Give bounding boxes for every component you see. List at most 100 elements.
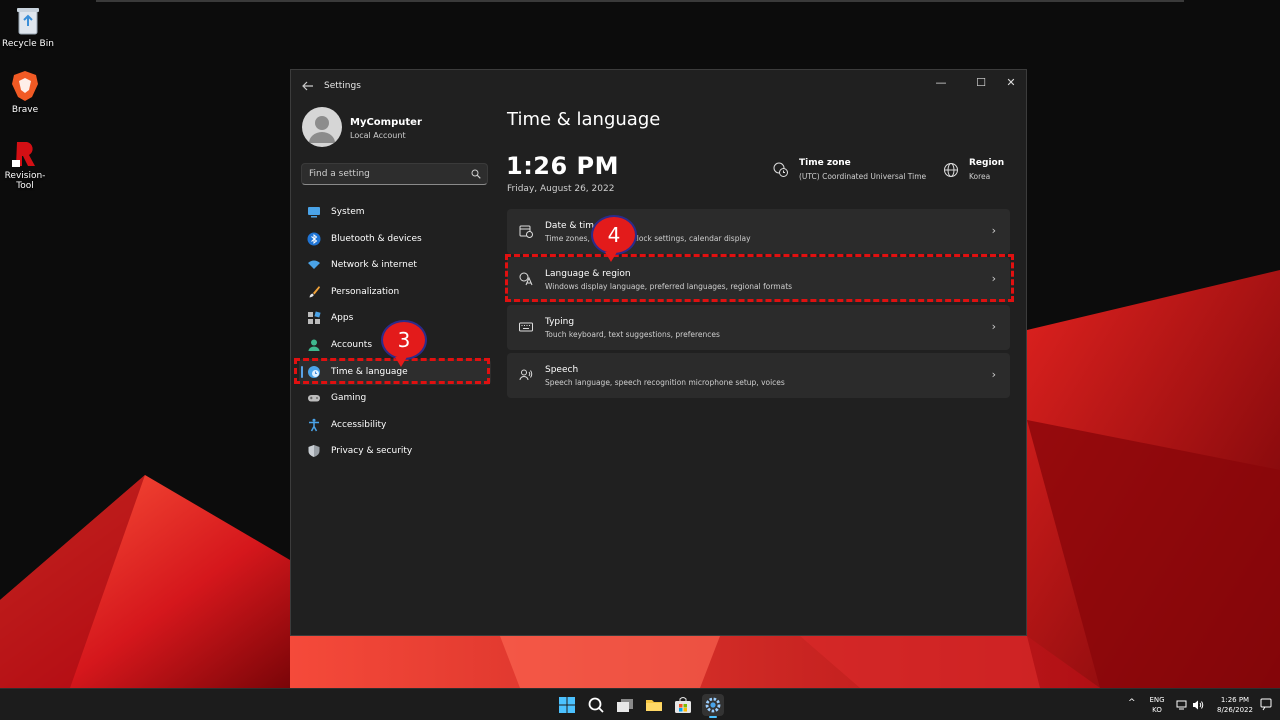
search-icon xyxy=(588,697,604,713)
region-title: Region xyxy=(969,158,1005,168)
task-view-icon xyxy=(617,699,633,712)
account-type: Local Account xyxy=(350,131,406,140)
clock-tray[interactable]: 1:26 PM 8/26/2022 xyxy=(1210,694,1260,716)
keyboard-icon xyxy=(519,322,533,332)
search-icon[interactable] xyxy=(471,169,481,179)
sidebar-item-label: Personalization xyxy=(331,286,400,297)
gear-icon xyxy=(705,697,721,713)
desktop-icon-brave[interactable]: Brave xyxy=(0,70,53,115)
sidebar-item-label: Accessibility xyxy=(331,419,387,430)
card-description: Time zones, automatic clock settings, ca… xyxy=(545,234,751,243)
sidebar-item-label: Bluetooth & devices xyxy=(331,233,422,244)
apps-icon xyxy=(308,311,321,325)
shield-icon xyxy=(308,445,320,458)
sidebar-item-accessibility[interactable]: Accessibility xyxy=(299,412,491,439)
notification-icon[interactable] xyxy=(1260,698,1272,711)
language-line2: KO xyxy=(1152,706,1162,714)
gamepad-icon xyxy=(308,395,320,402)
desktop-icon-label: Brave xyxy=(11,105,39,115)
calendar-clock-icon xyxy=(519,225,533,238)
start-button[interactable] xyxy=(556,694,578,716)
sidebar-item-label: Accounts xyxy=(331,339,373,350)
card-description: Speech language, speech recognition micr… xyxy=(545,378,785,387)
minimize-button[interactable]: — xyxy=(927,73,955,93)
clock-date: Friday, August 26, 2022 xyxy=(507,184,615,194)
desktop-icon-label: Revision-Tool xyxy=(4,171,46,191)
avatar[interactable] xyxy=(302,107,342,147)
card-typing[interactable]: Typing Touch keyboard, text suggestions,… xyxy=(507,305,1010,350)
chevron-right-icon: › xyxy=(991,224,996,237)
input-language-indicator[interactable]: ENG KO xyxy=(1145,694,1169,716)
sidebar-item-label: System xyxy=(331,207,365,217)
card-speech[interactable]: Speech Speech language, speech recogniti… xyxy=(507,353,1010,398)
sidebar-item-label: Apps xyxy=(331,313,354,324)
desktop-icon-recycle-bin[interactable]: Recycle Bin xyxy=(0,6,56,49)
sidebar-item-label: Network & internet xyxy=(331,260,417,271)
search-input[interactable] xyxy=(302,164,462,184)
user-icon xyxy=(309,116,335,143)
accessibility-icon xyxy=(309,418,319,432)
folder-icon xyxy=(646,700,662,711)
language-line1: ENG xyxy=(1149,696,1165,704)
taskbar: ^ ENG KO 1:26 PM 8/26/2022 xyxy=(0,688,1280,720)
timezone-icon xyxy=(773,162,788,177)
tray-time: 1:26 PM xyxy=(1220,696,1250,704)
brush-icon xyxy=(309,285,320,298)
sidebar-item-label: Privacy & security xyxy=(331,446,413,457)
brave-icon xyxy=(12,71,38,101)
desktop-icon-revision-tool[interactable]: Revision-Tool xyxy=(0,140,53,191)
card-description: Touch keyboard, text suggestions, prefer… xyxy=(545,330,720,339)
chevron-right-icon: › xyxy=(991,368,996,381)
taskbar-search-button[interactable] xyxy=(585,694,607,716)
tray-overflow-chevron[interactable]: ^ xyxy=(1128,698,1136,708)
chevron-right-icon: › xyxy=(991,320,996,333)
back-button[interactable] xyxy=(299,78,317,94)
store-button[interactable] xyxy=(672,694,694,716)
globe-icon xyxy=(944,163,958,177)
page-title: Time & language xyxy=(507,109,661,130)
maximize-button[interactable]: ☐ xyxy=(967,73,995,93)
card-date-time[interactable]: Date & time Time zones, automatic clock … xyxy=(507,209,1010,254)
file-explorer-button[interactable] xyxy=(643,694,665,716)
region-value: Korea xyxy=(969,172,991,181)
sidebar-item-network[interactable]: Network & internet xyxy=(299,252,491,279)
top-edge-strip xyxy=(96,0,1184,2)
speech-icon xyxy=(519,369,533,381)
sidebar-item-privacy[interactable]: Privacy & security xyxy=(299,438,491,465)
sidebar-item-bluetooth[interactable]: Bluetooth & devices xyxy=(299,226,491,253)
back-arrow-icon xyxy=(302,81,313,91)
settings-taskbar-button[interactable] xyxy=(702,694,724,718)
system-icon xyxy=(308,207,320,218)
accounts-icon xyxy=(308,339,320,351)
step-badge-4: 4 xyxy=(591,215,637,262)
desktop-icon-label: Recycle Bin xyxy=(2,39,54,49)
highlight-box-language-region xyxy=(505,254,1014,302)
clock-time: 1:26 PM xyxy=(506,152,620,180)
sidebar-item-personalization[interactable]: Personalization xyxy=(299,279,491,306)
close-button[interactable]: ✕ xyxy=(997,73,1025,93)
wifi-icon xyxy=(308,260,320,270)
active-app-indicator xyxy=(709,716,717,718)
timezone-title: Time zone xyxy=(799,158,851,168)
volume-icon[interactable] xyxy=(1192,699,1204,711)
highlight-box-time-language xyxy=(294,358,490,384)
network-icon[interactable] xyxy=(1176,699,1188,711)
window-title: Settings xyxy=(324,81,361,91)
sidebar-item-label: Gaming xyxy=(331,393,367,404)
timezone-value: (UTC) Coordinated Universal Time xyxy=(799,172,927,181)
recycle-bin-icon xyxy=(17,8,39,35)
store-icon xyxy=(675,697,691,713)
windows-logo-icon xyxy=(559,697,575,713)
search-box[interactable] xyxy=(301,163,488,185)
title-bar[interactable]: Settings — ☐ ✕ xyxy=(291,70,1026,102)
account-name: MyComputer xyxy=(350,117,422,128)
revision-tool-icon xyxy=(12,142,35,167)
sidebar-item-system[interactable]: System xyxy=(299,199,491,226)
tray-date: 8/26/2022 xyxy=(1217,706,1253,714)
card-title: Speech xyxy=(545,365,579,375)
sidebar-item-gaming[interactable]: Gaming xyxy=(299,385,491,412)
step-badge-3: 3 xyxy=(381,320,427,367)
task-view-button[interactable] xyxy=(614,694,636,716)
card-title: Typing xyxy=(545,317,575,327)
bluetooth-icon xyxy=(307,232,321,246)
